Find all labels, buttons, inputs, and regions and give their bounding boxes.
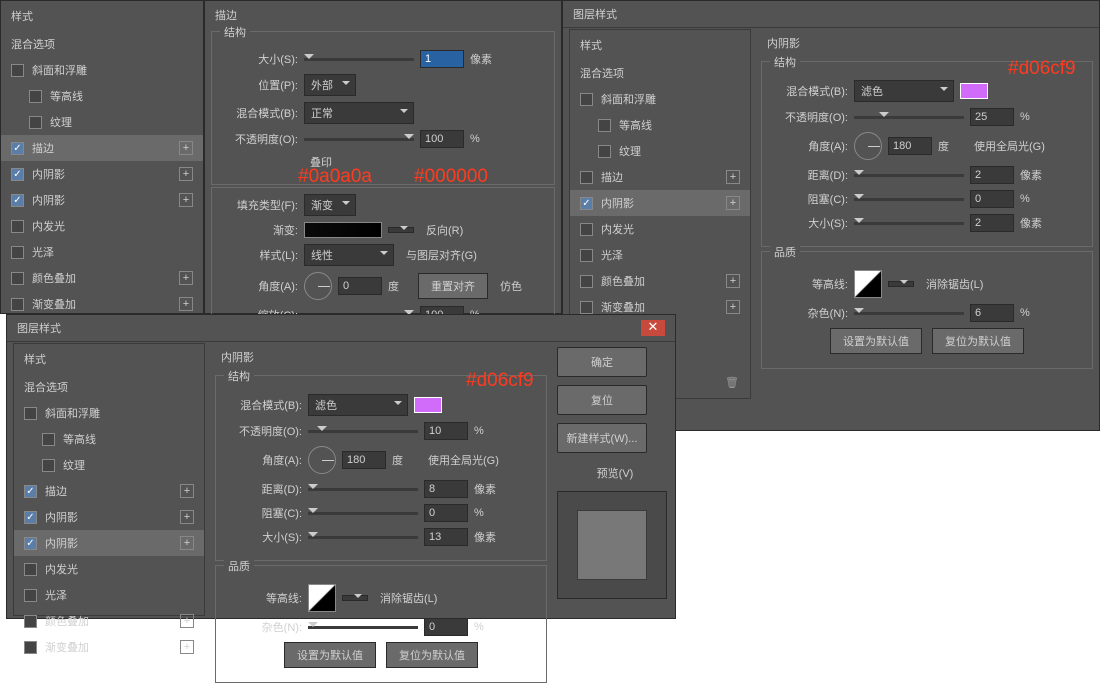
color-swatch[interactable] <box>960 83 988 99</box>
texture-item[interactable]: 纹理 <box>1 109 203 135</box>
inner-glow-checkbox[interactable] <box>11 220 24 233</box>
dialog-titlebar: 图层样式 <box>563 1 1099 28</box>
stroke-title: 描边 <box>205 1 561 29</box>
structure-legend: 结构 <box>220 24 250 40</box>
gradient-picker[interactable] <box>304 222 382 238</box>
contour-picker[interactable] <box>854 270 882 298</box>
bevel-checkbox[interactable] <box>11 64 24 77</box>
angle-input[interactable]: 0 <box>338 277 382 295</box>
opacity-input[interactable]: 100 <box>420 130 464 148</box>
cancel-button[interactable]: 复位 <box>557 385 647 415</box>
close-button[interactable]: ✕ <box>641 320 665 336</box>
trash-icon[interactable]: 🗑 <box>724 376 740 392</box>
inner-glow-item[interactable]: 内发光 <box>1 213 203 239</box>
stroke-checkbox[interactable] <box>11 142 24 155</box>
effect-preview <box>577 510 647 580</box>
gradient-style-dropdown[interactable]: 线性 <box>304 244 394 266</box>
stroke-item[interactable]: 描边+ <box>1 135 203 161</box>
color-swatch[interactable] <box>414 397 442 413</box>
styles-header: 样式 <box>1 1 203 31</box>
size-slider[interactable] <box>304 58 414 61</box>
add-icon[interactable]: + <box>179 167 193 181</box>
bevel-item[interactable]: 斜面和浮雕 <box>1 57 203 83</box>
gradient-overlay-checkbox[interactable] <box>11 298 24 311</box>
inner-shadow-settings-right: 内阴影 结构 混合模式(B):滤色 不透明度(O):25% 角度(A):180度… <box>757 29 1097 399</box>
dialog-buttons: 确定 复位 新建样式(W)... 预览(V) <box>557 347 667 599</box>
add-icon[interactable]: + <box>179 193 193 207</box>
add-icon[interactable]: + <box>179 297 193 311</box>
add-icon[interactable]: + <box>179 271 193 285</box>
inner-shadow-settings-bottom: 内阴影 结构 混合模式(B):滤色 不透明度(O):10% 角度(A):180度… <box>211 343 551 616</box>
ok-button[interactable]: 确定 <box>557 347 647 377</box>
inner-shadow-item[interactable]: 内阴影+ <box>1 161 203 187</box>
position-dropdown[interactable]: 外部 <box>304 74 356 96</box>
contour-checkbox[interactable] <box>29 90 42 103</box>
dialog-titlebar: 图层样式✕ <box>7 315 675 342</box>
blend-dropdown[interactable]: 滤色 <box>854 80 954 102</box>
angle-control[interactable] <box>304 272 332 300</box>
stroke-settings-panel: 描边 结构 大小(S):1像素 位置(P):外部 混合模式(B):正常 不透明度… <box>204 0 562 314</box>
inner-shadow2-checkbox[interactable] <box>11 194 24 207</box>
new-style-button[interactable]: 新建样式(W)... <box>557 423 647 453</box>
inner-shadow-checkbox[interactable] <box>11 168 24 181</box>
reset-align-button[interactable]: 重置对齐 <box>418 273 488 299</box>
blend-dropdown[interactable]: 正常 <box>304 102 414 124</box>
angle-control[interactable] <box>854 132 882 160</box>
gradient-dropdown[interactable] <box>388 227 414 233</box>
filltype-dropdown[interactable]: 渐变 <box>304 194 356 216</box>
satin-checkbox[interactable] <box>11 246 24 259</box>
inner-shadow-sel[interactable]: 内阴影+ <box>570 190 750 216</box>
color-overlay-checkbox[interactable] <box>11 272 24 285</box>
style-list-panel-3: 样式 混合选项 斜面和浮雕 等高线 纹理 描边+ 内阴影+ 内阴影+ 内发光 光… <box>13 343 205 616</box>
satin-item[interactable]: 光泽 <box>1 239 203 265</box>
add-icon[interactable]: + <box>179 141 193 155</box>
size-input[interactable]: 1 <box>420 50 464 68</box>
contour-item[interactable]: 等高线 <box>1 83 203 109</box>
texture-checkbox[interactable] <box>29 116 42 129</box>
layer-style-dialog-bottom: 图层样式✕ 样式 混合选项 斜面和浮雕 等高线 纹理 描边+ 内阴影+ 内阴影+… <box>6 314 676 619</box>
inner-shadow2-item[interactable]: 内阴影+ <box>1 187 203 213</box>
color-overlay-item[interactable]: 颜色叠加+ <box>1 265 203 291</box>
opacity-slider[interactable] <box>854 116 964 119</box>
style-list-panel-1: 样式 混合选项 斜面和浮雕 等高线 纹理 描边+ 内阴影+ 内阴影+ 内发光 光… <box>0 0 204 314</box>
opacity-slider[interactable] <box>304 138 414 141</box>
blending-options[interactable]: 混合选项 <box>1 31 203 57</box>
